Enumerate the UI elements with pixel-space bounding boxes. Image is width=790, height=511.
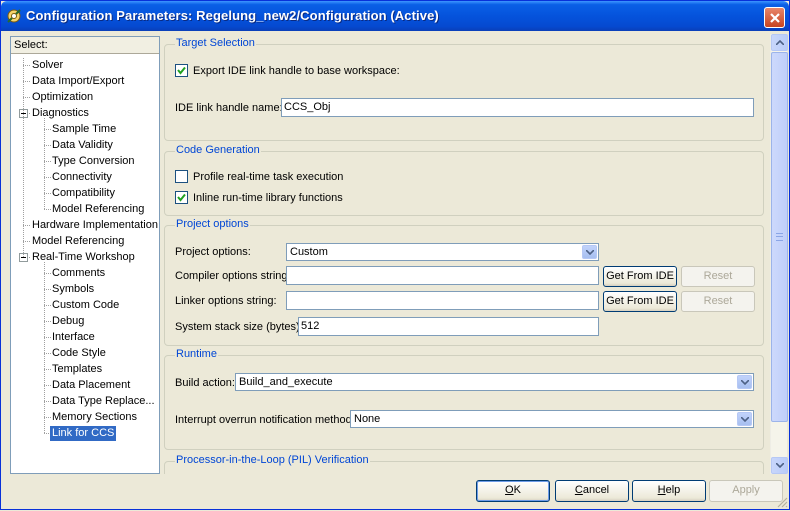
group-title: Runtime	[175, 348, 218, 360]
ok-button[interactable]: OK	[476, 480, 550, 502]
tree-item[interactable]: Real-Time Workshop	[30, 250, 137, 265]
linker-options-label: Linker options string:	[175, 295, 277, 307]
close-icon	[770, 13, 780, 23]
runtime-group: Runtime Build action: Build_and_execute …	[164, 348, 764, 450]
apply-button[interactable]: Apply	[709, 480, 783, 502]
compiler-get-from-ide-button[interactable]: Get From IDE	[603, 266, 677, 287]
settings-panel: Target Selection Export IDE link handle …	[164, 34, 770, 474]
tree-item[interactable]: Hardware Implementation	[30, 218, 160, 233]
tree-item[interactable]: Debug	[50, 314, 86, 329]
interrupt-overrun-label: Interrupt overrun notification method:	[175, 414, 355, 426]
export-handle-label: Export IDE link handle to base workspace…	[193, 65, 400, 77]
tree-item[interactable]: Comments	[50, 266, 107, 281]
tree-connector	[23, 81, 30, 82]
group-title: Project options	[175, 218, 250, 230]
tree-item[interactable]: Code Style	[50, 346, 108, 361]
scroll-up-icon	[776, 40, 784, 45]
tree-item[interactable]: Data Placement	[50, 378, 132, 393]
stack-size-input[interactable]: 512	[298, 317, 599, 336]
tree-item[interactable]: Compatibility	[50, 186, 117, 201]
project-options-group: Project options Project options: Custom …	[164, 218, 764, 346]
tree-item[interactable]: Templates	[50, 362, 104, 377]
tree-item[interactable]: Data Validity	[50, 138, 115, 153]
scroll-down-button[interactable]	[771, 457, 788, 474]
help-button[interactable]: Help	[632, 480, 706, 502]
compiler-options-input[interactable]	[286, 266, 599, 285]
tree-item[interactable]: Data Import/Export	[30, 74, 126, 89]
tree-connector	[44, 262, 45, 433]
chevron-down-icon	[737, 412, 752, 426]
tree-item[interactable]: Custom Code	[50, 298, 121, 313]
tree-connector	[23, 241, 30, 242]
group-title: Processor-in-the-Loop (PIL) Verification	[175, 454, 370, 466]
profile-checkbox[interactable]	[175, 170, 188, 183]
config-dialog: Configuration Parameters: Regelung_new2/…	[0, 0, 790, 510]
checkmark-icon	[177, 66, 186, 75]
linker-options-input[interactable]	[286, 291, 599, 310]
linker-reset-button[interactable]: Reset	[681, 291, 755, 312]
tree-item[interactable]: Memory Sections	[50, 410, 139, 425]
scroll-down-icon	[776, 463, 784, 468]
tree-item[interactable]: Model Referencing	[30, 234, 126, 249]
compiler-options-label: Compiler options string:	[175, 270, 291, 282]
tree-connector	[23, 225, 30, 226]
chevron-down-icon	[582, 245, 597, 259]
project-options-select[interactable]: Custom	[286, 243, 599, 261]
inline-label: Inline run-time library functions	[193, 192, 343, 204]
tree-item[interactable]: Interface	[50, 330, 97, 345]
interrupt-overrun-select[interactable]: None	[350, 410, 754, 428]
tree-item[interactable]: Model Referencing	[50, 202, 146, 217]
close-button[interactable]	[764, 7, 785, 28]
cancel-button[interactable]: Cancel	[555, 480, 629, 502]
build-action-label: Build action:	[175, 377, 235, 389]
scroll-up-button[interactable]	[771, 34, 788, 51]
tree-item[interactable]: Sample Time	[50, 122, 118, 137]
settings-scrollbar[interactable]	[770, 34, 788, 474]
category-tree[interactable]: Select: Solver Data Import/Export Optimiza…	[10, 36, 160, 474]
group-title: Target Selection	[175, 37, 256, 49]
tree-item[interactable]: Diagnostics	[30, 106, 91, 121]
tree-connector	[23, 97, 30, 98]
tree-item[interactable]: Solver	[30, 58, 65, 73]
resize-grip-icon[interactable]	[777, 497, 788, 508]
title-bar[interactable]: Configuration Parameters: Regelung_new2/…	[1, 1, 789, 31]
group-title: Code Generation	[175, 144, 261, 156]
target-selection-group: Target Selection Export IDE link handle …	[164, 37, 764, 141]
handle-name-input[interactable]: CCS_Obj	[281, 98, 754, 117]
tree-item[interactable]: Optimization	[30, 90, 95, 105]
tree-item[interactable]: Type Conversion	[50, 154, 137, 169]
code-generation-group: Code Generation Profile real-time task e…	[164, 144, 764, 216]
tree-item[interactable]: Data Type Replace...	[50, 394, 157, 409]
checkmark-icon	[177, 193, 186, 202]
profile-label: Profile real-time task execution	[193, 171, 344, 183]
linker-get-from-ide-button[interactable]: Get From IDE	[603, 291, 677, 312]
window-title: Configuration Parameters: Regelung_new2/…	[26, 8, 439, 23]
tree-item[interactable]: Symbols	[50, 282, 96, 297]
tree-item[interactable]: Link for CCS	[50, 426, 117, 441]
tree-item[interactable]: Connectivity	[50, 170, 114, 185]
tree-header: Select:	[11, 37, 159, 54]
interrupt-overrun-value: None	[354, 413, 381, 425]
matlab-config-icon	[6, 8, 22, 24]
export-handle-checkbox[interactable]	[175, 64, 188, 77]
tree-connector	[23, 58, 24, 257]
stack-size-label: System stack size (bytes):	[175, 321, 303, 333]
build-action-value: Build_and_execute	[239, 376, 333, 388]
tree-connector	[23, 65, 30, 66]
compiler-reset-button[interactable]: Reset	[681, 266, 755, 287]
project-options-label: Project options:	[175, 246, 251, 258]
pil-verification-group: Processor-in-the-Loop (PIL) Verification	[164, 454, 764, 474]
scroll-thumb[interactable]	[771, 52, 788, 422]
inline-checkbox[interactable]	[175, 191, 188, 204]
project-options-value: Custom	[290, 246, 328, 258]
tree-connector	[44, 118, 45, 209]
handle-name-label: IDE link handle name:	[175, 102, 283, 114]
chevron-down-icon	[737, 375, 752, 389]
build-action-select[interactable]: Build_and_execute	[235, 373, 754, 391]
